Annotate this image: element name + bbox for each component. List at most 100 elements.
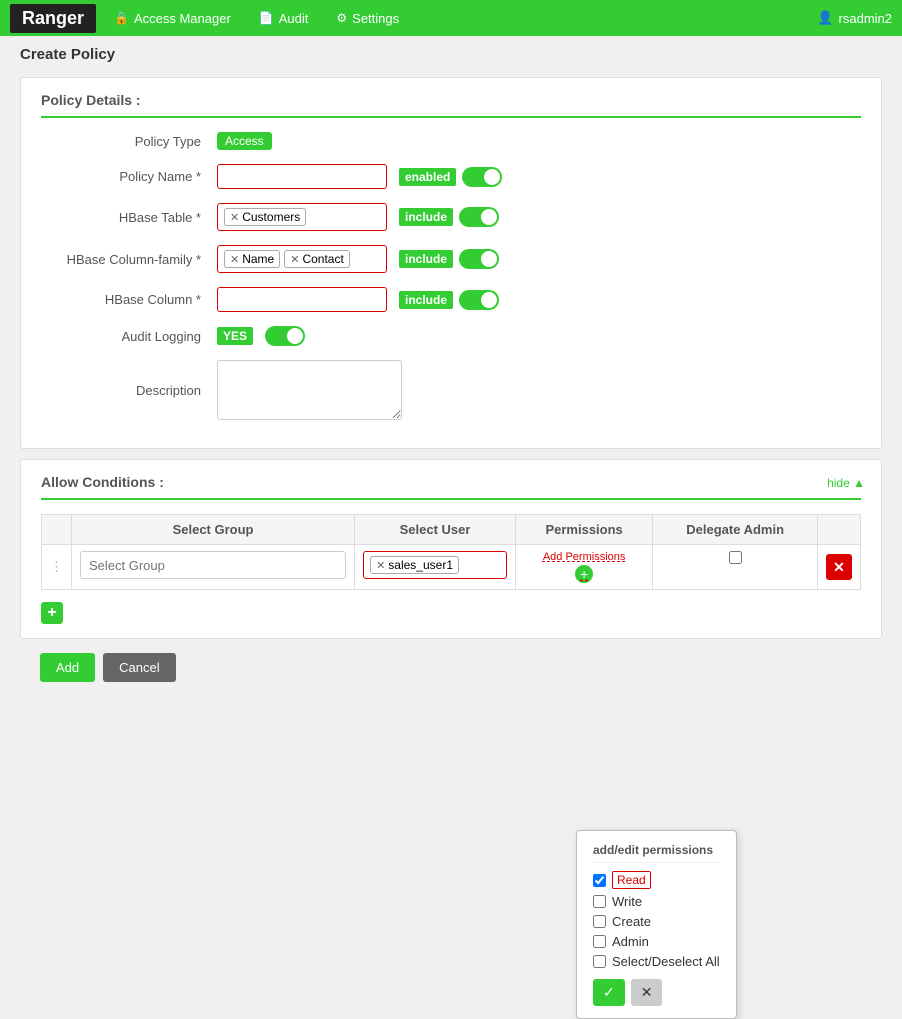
hbase-col-fam-name-value: Name — [242, 252, 274, 266]
hbase-col-fam-include-label: include — [399, 250, 453, 268]
policy-name-label: Policy Name * — [41, 169, 201, 184]
col-select-group: Select Group — [72, 515, 355, 545]
popup-checkbox-write: Write — [593, 894, 720, 909]
col-delete — [818, 515, 861, 545]
hbase-column-input[interactable]: * — [217, 287, 387, 312]
popup-title: add/edit permissions — [593, 843, 720, 863]
user-icon: 👤 — [817, 10, 833, 26]
checkbox-read[interactable] — [593, 874, 606, 887]
audit-logging-toggle[interactable] — [265, 326, 305, 346]
add-row-button[interactable]: + — [41, 602, 63, 624]
hbase-column-toggle[interactable] — [459, 290, 499, 310]
hbase-col-fam-toggle-knob — [481, 251, 497, 267]
hbase-column-family-row: HBase Column-family * ✕ Name ✕ Contact i… — [41, 245, 861, 273]
delegate-admin-checkbox[interactable] — [729, 551, 742, 564]
write-label: Write — [612, 894, 642, 909]
permissions-popup: add/edit permissions Read Write Create A… — [576, 830, 737, 1019]
popup-cancel-button[interactable]: ✕ — [631, 979, 663, 1006]
hbase-column-toggle-knob — [481, 292, 497, 308]
nav-settings-label: Settings — [352, 11, 399, 26]
hbase-col-fam-remove-name[interactable]: ✕ — [230, 253, 239, 266]
hbase-column-row: HBase Column * * include — [41, 287, 861, 312]
hbase-table-control: ✕ Customers include — [217, 203, 499, 231]
read-label: Read — [612, 871, 651, 889]
hbase-table-tag-remove[interactable]: ✕ — [230, 211, 239, 224]
table-row: ⋮ ✕ sales_user1 — [42, 545, 861, 590]
user-tag-remove[interactable]: ✕ — [376, 559, 385, 572]
checkbox-select-all[interactable] — [593, 955, 606, 968]
policy-details-title: Policy Details : — [41, 92, 861, 118]
checkbox-admin[interactable] — [593, 935, 606, 948]
nav-settings[interactable]: ⚙ Settings — [322, 5, 413, 32]
enabled-toggle[interactable] — [462, 167, 502, 187]
policy-details-section: Policy Details : Policy Type Access Poli… — [20, 77, 882, 449]
delete-row-button[interactable]: ✕ — [826, 554, 852, 580]
checkbox-create[interactable] — [593, 915, 606, 928]
policy-type-badge: Access — [217, 132, 272, 150]
row-group-cell[interactable] — [72, 545, 355, 590]
col-delegate-admin: Delegate Admin — [653, 515, 818, 545]
policy-name-input[interactable]: sales_customers_name_contact — [217, 164, 387, 189]
navbar: Ranger 🔒 Access Manager 📄 Audit ⚙ Settin… — [0, 0, 902, 36]
hbase-table-toggle-knob — [481, 209, 497, 225]
hbase-table-tag-value: Customers — [242, 210, 300, 224]
popup-checkbox-create: Create — [593, 914, 720, 929]
add-permissions-button[interactable]: + — [575, 565, 593, 583]
row-handle: ⋮ — [42, 545, 72, 590]
hbase-col-fam-contact-value: Contact — [302, 252, 343, 266]
hbase-column-control: * include — [217, 287, 499, 312]
user-tag-box[interactable]: ✕ sales_user1 — [363, 551, 507, 579]
select-group-input[interactable] — [87, 556, 339, 575]
hide-button[interactable]: hide ▲ — [827, 476, 865, 490]
checkbox-write[interactable] — [593, 895, 606, 908]
hbase-table-include-label: include — [399, 208, 453, 226]
description-input[interactable] — [217, 360, 402, 420]
policy-name-row: Policy Name * sales_customers_name_conta… — [41, 164, 861, 189]
popup-checkbox-admin: Admin — [593, 934, 720, 949]
hbase-column-family-tag-name: ✕ Name — [224, 250, 280, 268]
enabled-toggle-label: enabled — [399, 168, 456, 186]
description-control — [217, 360, 402, 420]
nav-access-manager[interactable]: 🔒 Access Manager — [100, 5, 245, 32]
nav-audit[interactable]: 📄 Audit — [245, 5, 323, 32]
add-row-wrap: + — [41, 596, 861, 624]
toggle-knob — [484, 169, 500, 185]
page-content: Create Policy Policy Details : Policy Ty… — [0, 36, 902, 706]
hbase-col-fam-toggle-wrap: include — [399, 249, 499, 269]
audit-logging-row: Audit Logging YES — [41, 326, 861, 346]
hbase-col-fam-toggle[interactable] — [459, 249, 499, 269]
row-user-cell[interactable]: ✕ sales_user1 — [355, 545, 516, 590]
policy-name-control: sales_customers_name_contact enabled — [217, 164, 502, 189]
user-info: 👤 rsadmin2 — [817, 10, 892, 26]
settings-icon: ⚙ — [336, 11, 347, 25]
group-input-box[interactable] — [80, 551, 346, 579]
nav-access-manager-label: Access Manager — [134, 11, 231, 26]
col-handle — [42, 515, 72, 545]
col-permissions: Permissions — [515, 515, 652, 545]
popup-ok-button[interactable]: ✓ — [593, 979, 625, 1006]
cancel-button[interactable]: Cancel — [103, 653, 175, 682]
user-tag: ✕ sales_user1 — [370, 556, 459, 574]
hbase-column-family-control: ✕ Name ✕ Contact include — [217, 245, 499, 273]
row-permissions-cell[interactable]: Add Permissions + — [515, 545, 652, 590]
description-label: Description — [41, 383, 201, 398]
hbase-table-input[interactable]: ✕ Customers — [217, 203, 387, 231]
row-delete-cell[interactable]: ✕ — [818, 545, 861, 590]
add-permissions-link[interactable]: Add Permissions + — [524, 551, 644, 583]
hbase-table-toggle-wrap: include — [399, 207, 499, 227]
policy-type-row: Policy Type Access — [41, 132, 861, 150]
add-permissions-label: Add Permissions — [543, 551, 626, 563]
hbase-col-fam-remove-contact[interactable]: ✕ — [290, 253, 299, 266]
hbase-column-toggle-wrap: include — [399, 290, 499, 310]
permissions-table: Select Group Select User Permissions Del… — [41, 514, 861, 590]
description-row: Description — [41, 360, 861, 420]
hbase-table-label: HBase Table * — [41, 210, 201, 225]
user-tag-value: sales_user1 — [388, 558, 453, 572]
row-delegate-cell[interactable] — [653, 545, 818, 590]
hbase-column-family-input[interactable]: ✕ Name ✕ Contact — [217, 245, 387, 273]
select-all-label: Select/Deselect All — [612, 954, 720, 969]
hbase-table-toggle[interactable] — [459, 207, 499, 227]
add-button[interactable]: Add — [40, 653, 95, 682]
allow-conditions-title: Allow Conditions : — [41, 474, 861, 500]
policy-type-label: Policy Type — [41, 134, 201, 149]
